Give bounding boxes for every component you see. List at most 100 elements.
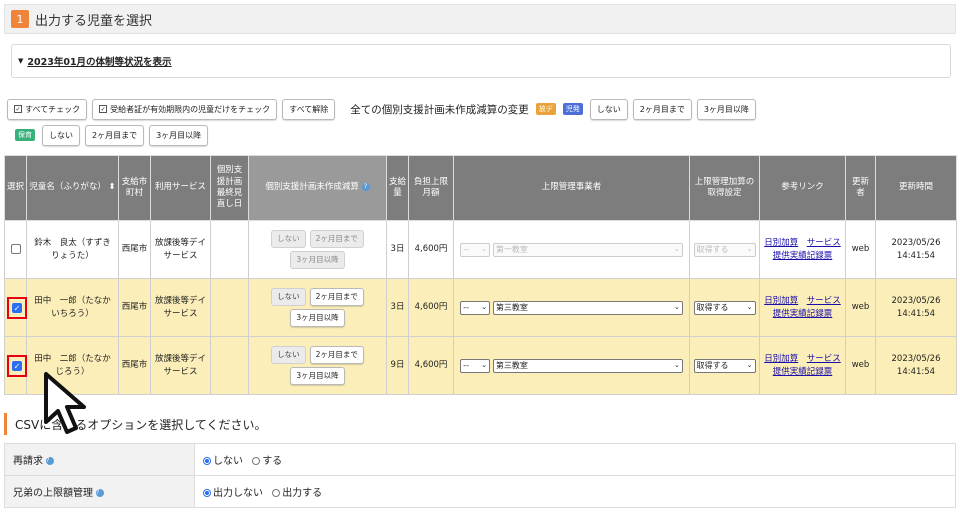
header-updater: 更新者 — [845, 155, 876, 221]
chevron-down-icon: ⌄ — [481, 303, 488, 312]
bulk-toolbar: ✓ すべてチェック ✓ 受給者証が有効期限内の児童だけをチェック すべて解除 全ての… — [7, 98, 756, 120]
radio-label: しない — [213, 456, 243, 467]
plan-reduction-cell: しない 2ヶ月目まで 3ヶ月目以降 — [248, 220, 387, 279]
row-select-cell: ✓ — [4, 278, 27, 337]
triangle-down-icon: ▼ — [18, 57, 24, 65]
child-name: 田中 一郎（たなか いちろう） — [26, 278, 119, 337]
sort-icon[interactable]: ⬍ — [109, 182, 116, 192]
addition-select[interactable]: 取得する ⌄ — [693, 242, 756, 257]
addition-value: 取得する — [696, 360, 729, 370]
child-limit: 4,600円 — [408, 278, 454, 337]
reduction-three-months-button[interactable]: 3ヶ月目以降 — [290, 309, 345, 327]
child-amount: 9日 — [386, 336, 409, 395]
provider-name-value: 第一教室 — [495, 244, 528, 254]
child-service: 放課後等デイサービス — [150, 220, 211, 279]
radio-rebill-yes[interactable] — [252, 457, 261, 465]
step-header: 1 出力する児童を選択 — [4, 4, 956, 34]
hoiku-none-button[interactable]: しない — [42, 124, 80, 146]
plan-reduction-cell: しない 2ヶ月目まで 3ヶ月目以降 — [248, 336, 387, 395]
child-city: 西尾市 — [118, 278, 151, 337]
table-row: ✓ 田中 二郎（たなか じろう） 西尾市 放課後等デイサービス しない 2ヶ月目… — [4, 336, 957, 395]
provider-cell: -- ⌄ 第一教室 ⌄ — [453, 220, 690, 279]
header-plan-date: 個別支援計画最終見直し日 — [210, 155, 249, 221]
help-icon[interactable]: ? — [361, 182, 370, 191]
bulk-three-months-button[interactable]: 3ヶ月目以降 — [696, 98, 756, 120]
check-valid-label: 受給者証が有効期限内の児童だけをチェック — [110, 104, 271, 114]
header-plan-reduction: 個別支援計画未作成減算 ? — [248, 155, 387, 221]
addition-cell: 取得する ⌄ — [689, 336, 760, 395]
check-valid-button[interactable]: ✓ 受給者証が有効期限内の児童だけをチェック — [92, 98, 278, 120]
row-select-cell — [4, 220, 27, 279]
child-amount: 3日 — [386, 220, 409, 279]
row-checkbox[interactable]: ✓ — [12, 302, 22, 313]
header-updated: 更新時間 — [875, 155, 957, 221]
updated-date: 2023/05/26 — [891, 238, 941, 249]
provider-type-value: -- — [463, 244, 469, 254]
reduction-two-months-button[interactable]: 2ヶ月目まで — [309, 230, 364, 248]
provider-name-select[interactable]: 第一教室 ⌄ — [492, 242, 683, 257]
updated-time: 14:41:54 — [896, 308, 936, 319]
reduction-none-button[interactable]: しない — [271, 230, 306, 248]
updated-time: 14:41:54 — [896, 250, 936, 261]
chevron-down-icon: ⌄ — [481, 245, 488, 254]
row-checkbox[interactable] — [10, 243, 21, 254]
radio-sibling-no[interactable] — [203, 489, 211, 497]
child-service: 放課後等デイサービス — [150, 336, 211, 395]
system-status-collapse[interactable]: ▼ 2023年01月の体制等状況を表示 — [11, 44, 951, 78]
header-limit: 負担上限月額 — [408, 155, 454, 221]
daily-addition-link[interactable]: 日別加算 — [764, 354, 798, 364]
uncheck-all-button[interactable]: すべて解除 — [282, 98, 336, 120]
header-name: 児童名（ふりがな） ⬍ — [26, 155, 119, 221]
reduction-three-months-button[interactable]: 3ヶ月目以降 — [290, 367, 345, 385]
hoiku-three-months-button[interactable]: 3ヶ月目以降 — [149, 124, 209, 146]
provider-name-select[interactable]: 第三教室 ⌄ — [492, 358, 683, 373]
radio-sibling-yes[interactable] — [272, 489, 281, 497]
check-all-button[interactable]: ✓ すべてチェック — [7, 98, 88, 120]
daily-addition-link[interactable]: 日別加算 — [764, 238, 798, 248]
help-icon[interactable]: ? — [46, 457, 55, 465]
chevron-down-icon: ⌄ — [673, 303, 680, 312]
header-links: 参考リンク — [759, 155, 846, 221]
provider-name-value: 第三教室 — [495, 302, 528, 312]
provider-type-select[interactable]: -- ⌄ — [460, 242, 491, 257]
provider-type-select[interactable]: -- ⌄ — [460, 358, 491, 373]
reduction-three-months-button[interactable]: 3ヶ月目以降 — [290, 251, 345, 269]
provider-type-select[interactable]: -- ⌄ — [460, 300, 491, 315]
mouse-cursor-icon — [44, 372, 86, 434]
provider-type-value: -- — [463, 360, 469, 370]
updated-time: 14:41:54 — [896, 366, 936, 377]
addition-select[interactable]: 取得する ⌄ — [693, 300, 756, 315]
plan-reduction-cell: しない 2ヶ月目まで 3ヶ月目以降 — [248, 278, 387, 337]
chevron-down-icon: ⌄ — [746, 361, 753, 370]
radio-rebill-no[interactable] — [203, 457, 211, 465]
reduction-two-months-button[interactable]: 2ヶ月目まで — [309, 346, 364, 364]
row-checkbox[interactable]: ✓ — [12, 360, 22, 371]
reduction-none-button[interactable]: しない — [271, 346, 306, 364]
hoiku-two-months-button[interactable]: 2ヶ月目まで — [85, 124, 145, 146]
step-title: 出力する児童を選択 — [35, 13, 153, 29]
reduction-two-months-button[interactable]: 2ヶ月目まで — [309, 288, 364, 306]
links-cell: 日別加算 サービス提供実績記録票 — [759, 278, 846, 337]
child-updated: 2023/05/26 14:41:54 — [875, 336, 957, 395]
child-plan-date — [210, 278, 249, 337]
daily-addition-link[interactable]: 日別加算 — [764, 296, 798, 306]
provider-cell: -- ⌄ 第三教室 ⌄ — [453, 336, 690, 395]
bulk-two-months-button[interactable]: 2ヶ月目まで — [632, 98, 692, 120]
chevron-down-icon: ⌄ — [673, 361, 680, 370]
option-label: 再請求 ? — [4, 443, 195, 476]
csv-options-table: 再請求 ? しない する 兄弟の上限額管理 ? 出力しない 出力する — [4, 443, 956, 508]
tag-hode: 放デ — [535, 103, 556, 115]
reduction-none-button[interactable]: しない — [271, 288, 306, 306]
addition-select[interactable]: 取得する ⌄ — [693, 358, 756, 373]
updated-date: 2023/05/26 — [891, 296, 941, 307]
bulk-none-button[interactable]: しない — [589, 98, 628, 120]
provider-name-select[interactable]: 第三教室 ⌄ — [492, 300, 683, 315]
chevron-down-icon: ⌄ — [746, 245, 753, 254]
help-icon[interactable]: ? — [96, 489, 105, 497]
chevron-down-icon: ⌄ — [746, 303, 753, 312]
addition-cell: 取得する ⌄ — [689, 278, 760, 337]
header-select: 選択 — [4, 155, 27, 221]
radio-label: 出力する — [282, 488, 323, 499]
addition-cell: 取得する ⌄ — [689, 220, 760, 279]
system-status-link[interactable]: 2023年01月の体制等状況を表示 — [27, 54, 171, 68]
